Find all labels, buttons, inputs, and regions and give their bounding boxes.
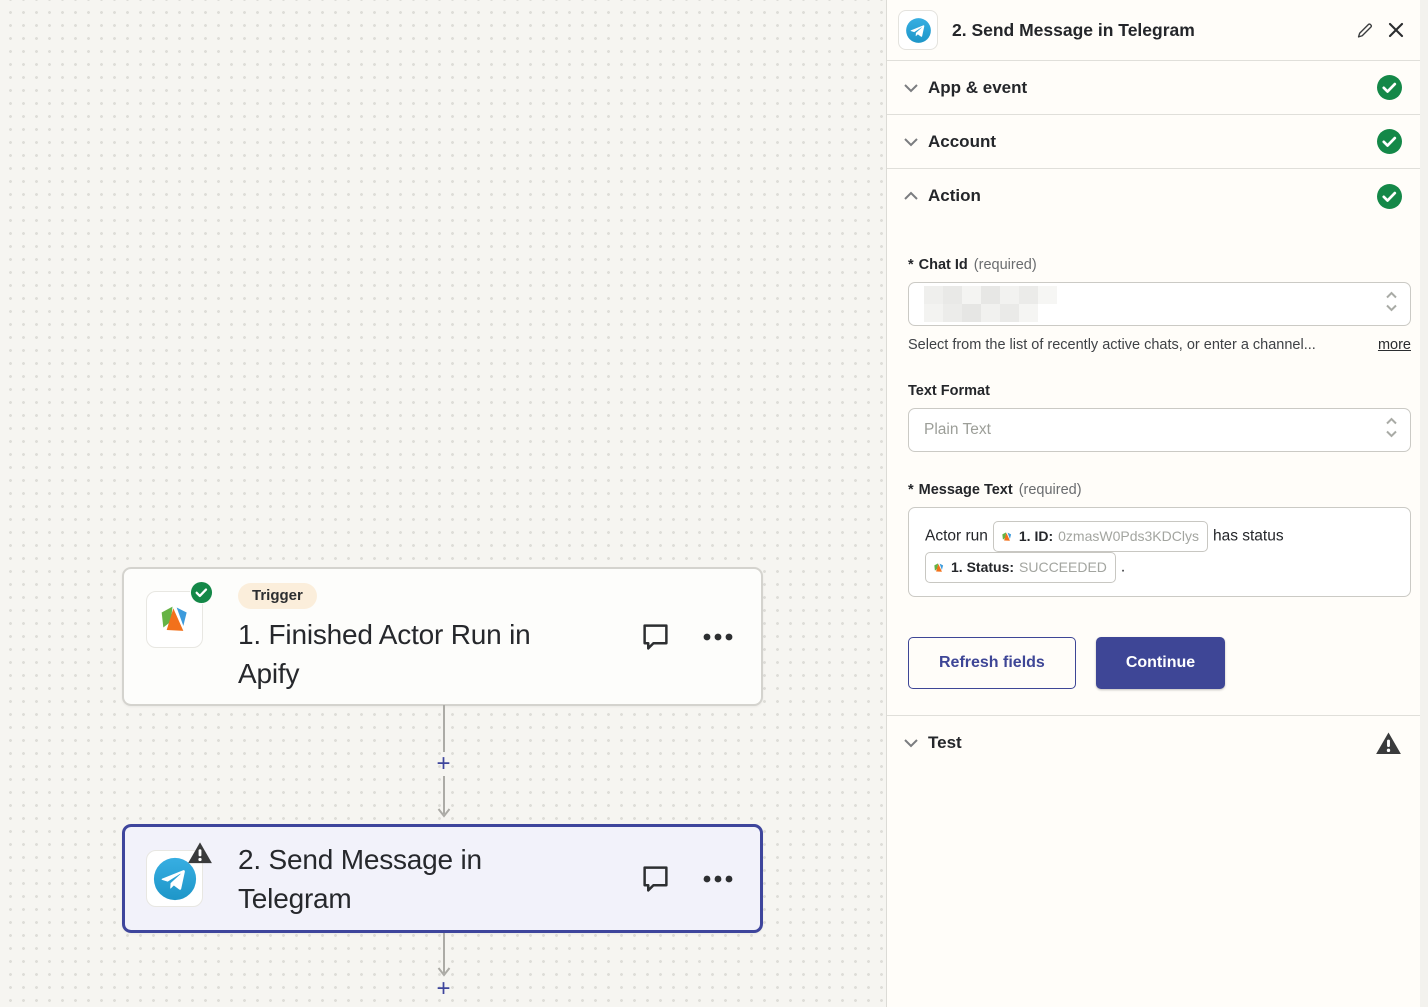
- section-action[interactable]: Action: [887, 169, 1428, 223]
- edit-pencil-icon: [1356, 22, 1373, 39]
- telegram-app-tile: [146, 850, 203, 907]
- warning-triangle-icon: [187, 840, 213, 870]
- trigger-title-line1: 1. Finished Actor Run in: [238, 619, 530, 650]
- action-title-line1: 2. Send Message in: [238, 844, 482, 875]
- connector-2: +: [0, 933, 887, 1001]
- section-account[interactable]: Account: [887, 115, 1428, 169]
- success-check-icon: [1377, 75, 1402, 100]
- apify-icon: [932, 561, 946, 575]
- text-format-value: Plain Text: [924, 421, 991, 439]
- add-step-button-1[interactable]: +: [436, 752, 450, 776]
- zapier-editor: Trigger 1. Finished Actor Run in Apify +: [0, 0, 1428, 1007]
- message-text-label: * Message Text (required): [908, 482, 1411, 498]
- text-format-label-text: Text Format: [908, 383, 990, 399]
- message-text-label-text: Message Text: [919, 482, 1013, 498]
- arrow-down-icon: [436, 933, 452, 977]
- step-settings-panel: 2. Send Message in Telegram App & e: [887, 0, 1428, 1007]
- close-panel-button[interactable]: [1388, 22, 1404, 38]
- token-label: 1. Status:: [951, 554, 1014, 581]
- workflow-canvas[interactable]: Trigger 1. Finished Actor Run in Apify +: [0, 0, 887, 1007]
- action-form: * Chat Id (required) Select from the list …: [887, 223, 1428, 689]
- required-note: (required): [974, 257, 1037, 273]
- success-check-icon: [1377, 184, 1402, 209]
- token-value: 0zmasW0Pds3KDClys: [1058, 523, 1199, 550]
- select-chevrons-icon: [1385, 291, 1398, 318]
- message-suffix-text: .: [1121, 559, 1125, 576]
- section-label: App & event: [928, 78, 1377, 98]
- section-label: Action: [928, 186, 1377, 206]
- action-step-card[interactable]: 2. Send Message in Telegram: [122, 824, 763, 933]
- connector-1: +: [0, 705, 887, 818]
- chat-id-select[interactable]: [908, 282, 1411, 326]
- telegram-app-tile: [898, 10, 938, 50]
- success-check-icon: [1377, 129, 1402, 154]
- chat-id-help-text: Select from the list of recently active …: [908, 337, 1366, 353]
- rename-step-button[interactable]: [1356, 22, 1373, 39]
- apify-icon: [1000, 530, 1014, 544]
- chat-id-label-text: Chat Id: [919, 257, 968, 273]
- arrow-down-icon: [436, 776, 452, 818]
- step-more-options-button[interactable]: [703, 633, 733, 641]
- required-marker: *: [908, 257, 914, 273]
- panel-title: 2. Send Message in Telegram: [952, 20, 1356, 41]
- telegram-icon: [905, 17, 932, 44]
- connector-line: [438, 705, 450, 752]
- action-step-title: 2. Send Message in Telegram: [238, 840, 629, 918]
- chevron-down-icon: [903, 83, 921, 93]
- refresh-fields-button[interactable]: Refresh fields: [908, 637, 1076, 689]
- trigger-step-card[interactable]: Trigger 1. Finished Actor Run in Apify: [122, 567, 763, 706]
- token-value: SUCCEEDED: [1019, 554, 1107, 581]
- comment-icon: [641, 622, 670, 651]
- trigger-title-line2: Apify: [238, 658, 299, 689]
- success-check-icon: [190, 581, 213, 609]
- text-format-label: Text Format: [908, 383, 1411, 399]
- mapped-field-token-status[interactable]: 1. Status:SUCCEEDED: [925, 552, 1116, 583]
- add-note-button[interactable]: [641, 864, 670, 893]
- ellipsis-icon: [703, 875, 733, 883]
- trigger-badge: Trigger: [238, 583, 317, 609]
- close-icon: [1388, 22, 1404, 38]
- add-note-button[interactable]: [641, 622, 670, 651]
- continue-button[interactable]: Continue: [1096, 637, 1225, 689]
- apify-icon: [155, 600, 195, 640]
- message-prefix-text: Actor run: [925, 528, 988, 545]
- message-middle-text: has status: [1213, 528, 1284, 545]
- trigger-step-title: 1. Finished Actor Run in Apify: [238, 615, 629, 693]
- text-format-select[interactable]: Plain Text: [908, 408, 1411, 452]
- select-chevrons-icon: [1385, 417, 1398, 444]
- required-marker: *: [908, 482, 914, 498]
- token-label: 1. ID:: [1019, 523, 1053, 550]
- warning-triangle-icon: [1375, 730, 1402, 756]
- comment-icon: [641, 864, 670, 893]
- panel-scrollbar[interactable]: [1420, 0, 1428, 1007]
- more-link[interactable]: more: [1378, 337, 1411, 353]
- step-more-options-button[interactable]: [703, 875, 733, 883]
- section-app-and-event[interactable]: App & event: [887, 61, 1428, 115]
- mapped-field-token-id[interactable]: 1. ID:0zmasW0Pds3KDClys: [993, 521, 1208, 552]
- message-text-input[interactable]: Actor run 1. ID:0zmasW0Pds3KDClys has stat…: [908, 507, 1411, 597]
- chevron-up-icon: [903, 191, 921, 201]
- apify-app-tile: [146, 591, 203, 648]
- ellipsis-icon: [703, 633, 733, 641]
- chat-id-label: * Chat Id (required): [908, 257, 1411, 273]
- section-label: Test: [928, 733, 1375, 753]
- chevron-down-icon: [903, 137, 921, 147]
- panel-header: 2. Send Message in Telegram: [887, 0, 1428, 61]
- section-test[interactable]: Test: [887, 716, 1428, 770]
- section-label: Account: [928, 132, 1377, 152]
- chevron-down-icon: [903, 738, 921, 748]
- required-note: (required): [1019, 482, 1082, 498]
- action-title-line2: Telegram: [238, 883, 352, 914]
- add-step-button-2[interactable]: +: [436, 977, 450, 1001]
- chat-id-redacted-value: [924, 285, 1084, 323]
